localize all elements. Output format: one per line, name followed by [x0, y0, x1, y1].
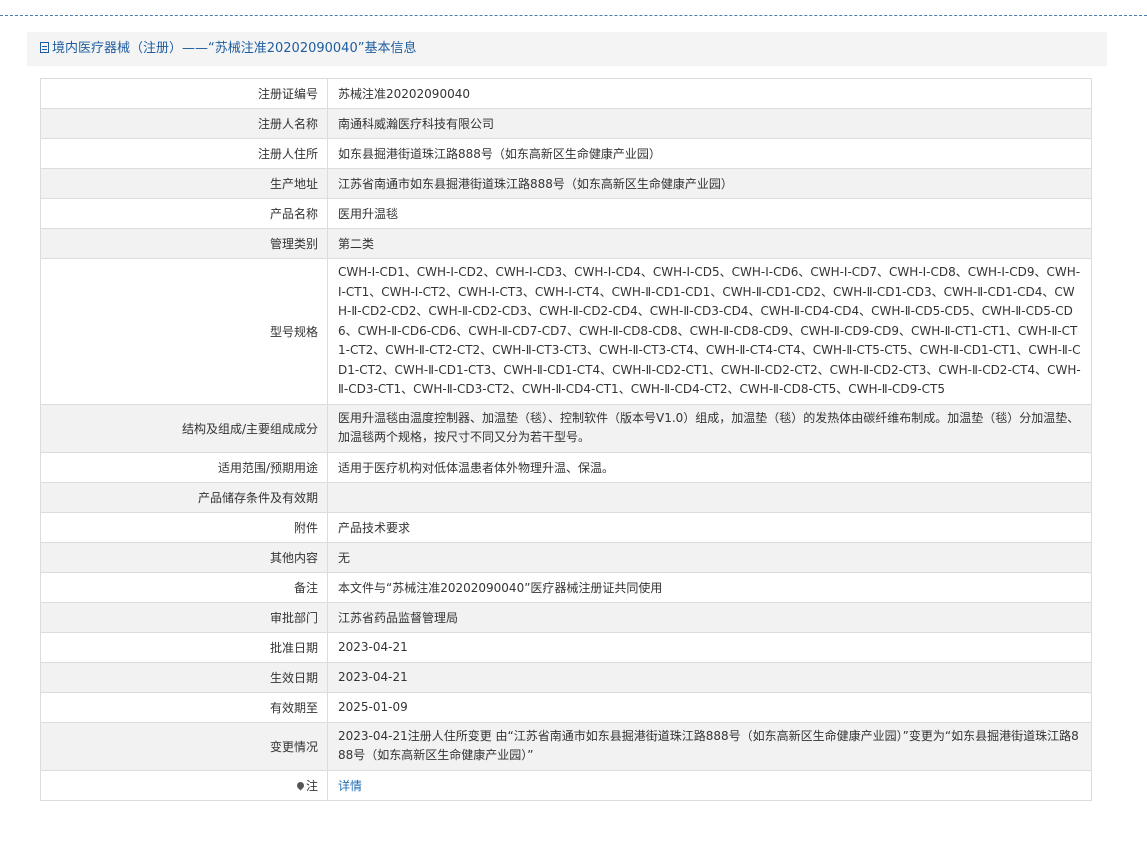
row-label: 生效日期	[40, 661, 328, 693]
row-value: 苏械注准20202090040	[327, 78, 1092, 109]
row-value	[327, 481, 1092, 513]
table-row: 适用范围/预期用途 适用于医疗机构对低体温患者体外物理升温、保温。	[40, 451, 1092, 483]
row-label: 备注	[40, 571, 328, 603]
row-label: 型号规格	[40, 258, 328, 405]
info-panel: 境内医疗器械（注册）——“苏械注准20202090040”基本信息 注册证编号 …	[27, 32, 1107, 862]
table-row: 审批部门 江苏省药品监督管理局	[40, 601, 1092, 633]
row-label: 注册人名称	[40, 108, 328, 139]
row-value: 2023-04-21注册人住所变更 由“江苏省南通市如东县掘港街道珠江路888号…	[327, 721, 1092, 771]
row-label: 注册人住所	[40, 138, 328, 169]
table-row: 管理类别 第二类	[40, 228, 1092, 259]
row-value: 江苏省药品监督管理局	[327, 601, 1092, 633]
row-value: 适用于医疗机构对低体温患者体外物理升温、保温。	[327, 451, 1092, 483]
row-label: 批准日期	[40, 631, 328, 663]
row-value: 第二类	[327, 228, 1092, 259]
table-row: 附件 产品技术要求	[40, 511, 1092, 543]
page-title: 境内医疗器械（注册）——“苏械注准20202090040”基本信息	[52, 41, 417, 56]
row-value: 无	[327, 541, 1092, 573]
row-label: 生产地址	[40, 168, 328, 199]
table-row: 产品名称 医用升温毯	[40, 198, 1092, 229]
table-row: 产品储存条件及有效期	[40, 481, 1092, 513]
row-label: 有效期至	[40, 691, 328, 723]
table-row: 注册人住所 如东县掘港街道珠江路888号（如东高新区生命健康产业园）	[40, 138, 1092, 169]
row-value: 本文件与“苏械注准20202090040”医疗器械注册证共同使用	[327, 571, 1092, 603]
table-row: 生产地址 江苏省南通市如东县掘港街道珠江路888号（如东高新区生命健康产业园）	[40, 168, 1092, 199]
table-row: 变更情况 2023-04-21注册人住所变更 由“江苏省南通市如东县掘港街道珠江…	[40, 721, 1092, 771]
details-link[interactable]: 详情	[338, 779, 362, 793]
row-label: 适用范围/预期用途	[40, 451, 328, 483]
row-label: 结构及组成/主要组成成分	[40, 403, 328, 453]
row-label: 附件	[40, 511, 328, 543]
row-label: 审批部门	[40, 601, 328, 633]
row-value: 医用升温毯	[327, 198, 1092, 229]
table-row: 结构及组成/主要组成成分 医用升温毯由温度控制器、加温垫（毯）、控制软件（版本号…	[40, 403, 1092, 453]
row-label: 产品储存条件及有效期	[40, 481, 328, 513]
row-label: 管理类别	[40, 228, 328, 259]
table-row: 备注 本文件与“苏械注准20202090040”医疗器械注册证共同使用	[40, 571, 1092, 603]
document-icon	[40, 42, 49, 53]
note-label: 注	[305, 778, 318, 793]
row-value: 2025-01-09	[327, 691, 1092, 723]
table-row: 注册证编号 苏械注准20202090040	[40, 78, 1092, 109]
panel-body: 注册证编号 苏械注准20202090040 注册人名称 南通科威瀚医疗科技有限公…	[27, 66, 1107, 862]
row-value: 江苏省南通市如东县掘港街道珠江路888号（如东高新区生命健康产业园）	[327, 168, 1092, 199]
table-row: 注 详情	[40, 769, 1092, 801]
row-value: 产品技术要求	[327, 511, 1092, 543]
row-value: 2023-04-21	[327, 661, 1092, 693]
row-value: CWH-Ⅰ-CD1、CWH-Ⅰ-CD2、CWH-Ⅰ-CD3、CWH-Ⅰ-CD4、…	[327, 258, 1092, 405]
row-value: 详情	[327, 769, 1092, 801]
table-row: 型号规格 CWH-Ⅰ-CD1、CWH-Ⅰ-CD2、CWH-Ⅰ-CD3、CWH-Ⅰ…	[40, 258, 1092, 405]
row-label: 变更情况	[40, 721, 328, 771]
row-value: 南通科威瀚医疗科技有限公司	[327, 108, 1092, 139]
row-value: 如东县掘港街道珠江路888号（如东高新区生命健康产业园）	[327, 138, 1092, 169]
map-pin-icon	[295, 780, 306, 790]
row-value: 医用升温毯由温度控制器、加温垫（毯）、控制软件（版本号V1.0）组成，加温垫（毯…	[327, 403, 1092, 453]
row-label: 注册证编号	[40, 78, 328, 109]
table-row: 注册人名称 南通科威瀚医疗科技有限公司	[40, 108, 1092, 139]
row-label: 其他内容	[40, 541, 328, 573]
info-table: 注册证编号 苏械注准20202090040 注册人名称 南通科威瀚医疗科技有限公…	[40, 78, 1092, 801]
panel-header: 境内医疗器械（注册）——“苏械注准20202090040”基本信息	[27, 32, 1107, 66]
row-label: 注	[40, 769, 328, 801]
table-row: 有效期至 2025-01-09	[40, 691, 1092, 723]
row-value: 2023-04-21	[327, 631, 1092, 663]
top-divider	[0, 15, 1147, 16]
table-row: 其他内容 无	[40, 541, 1092, 573]
table-row: 生效日期 2023-04-21	[40, 661, 1092, 693]
table-row: 批准日期 2023-04-21	[40, 631, 1092, 663]
row-label: 产品名称	[40, 198, 328, 229]
